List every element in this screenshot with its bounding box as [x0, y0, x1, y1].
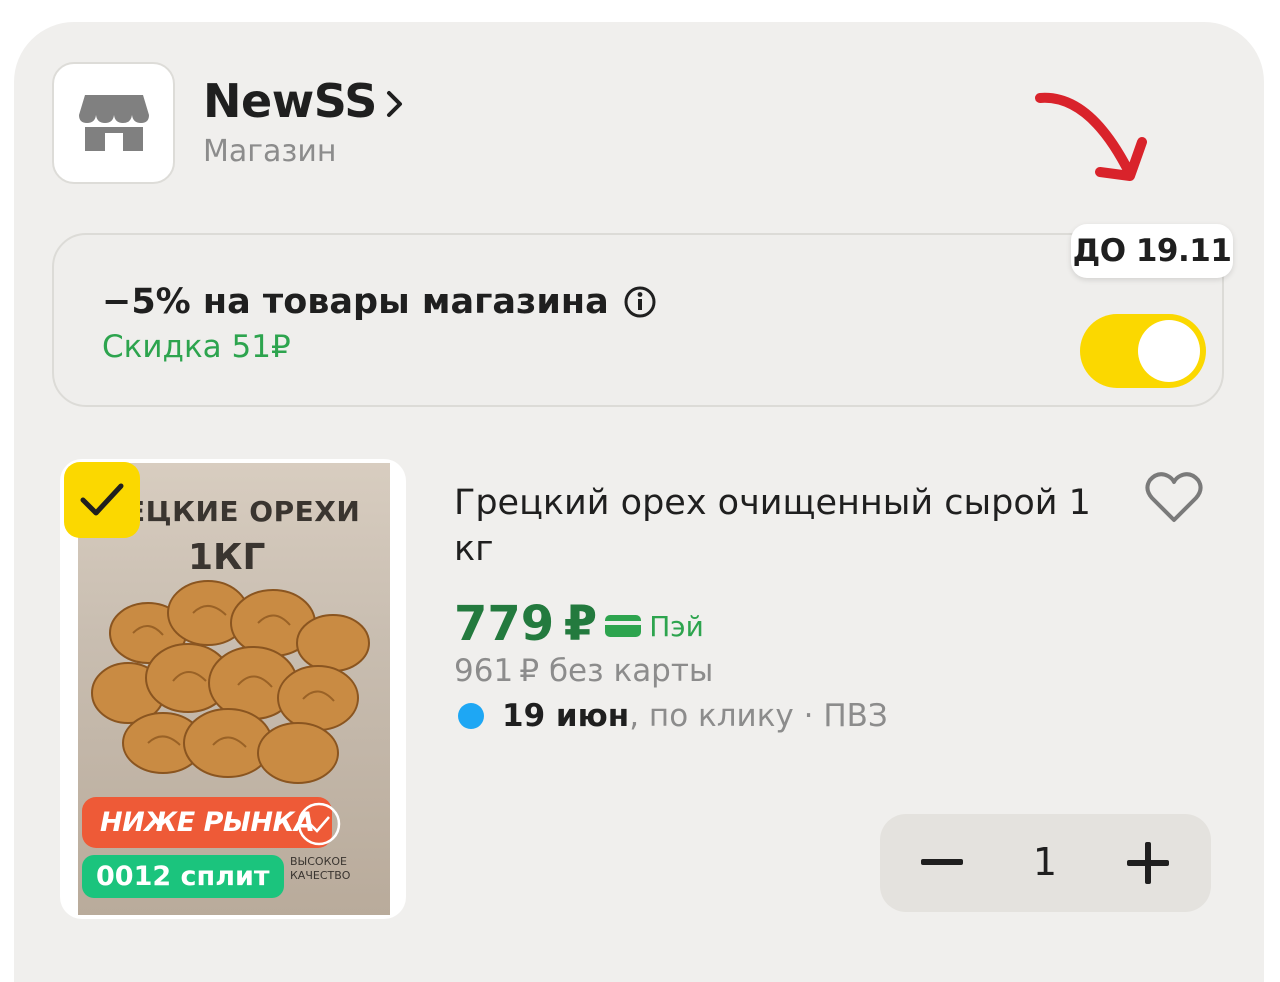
price-row: 779 ₽ Пэй: [454, 596, 704, 652]
plus-icon: [1127, 842, 1169, 884]
price-without-card: 961 ₽ без карты: [454, 653, 714, 689]
store-promo: −5% на товары магазина Скидка 51₽: [52, 233, 1224, 407]
delivery-details: , по клику · ПВЗ: [629, 698, 888, 734]
pay-label-row: Пэй: [603, 610, 704, 643]
select-checkbox[interactable]: [64, 462, 140, 538]
quality-check-icon: [297, 802, 341, 846]
promo-title: −5% на товары магазина: [102, 282, 609, 322]
below-market-badge: НИЖЕ РЫНКА: [82, 797, 333, 848]
product-title[interactable]: Грецкий орех очищенный сырой 1 кг: [454, 480, 1124, 572]
promo-toggle[interactable]: [1080, 314, 1206, 388]
checkmark-icon: [80, 483, 124, 516]
store-awning-icon: [78, 95, 149, 151]
price: 779 ₽: [454, 596, 598, 652]
image-heading: ЕЦКИЕ ОРЕХИ: [126, 495, 361, 528]
quality-label: ВЫСОКОЕ КАЧЕСТВО: [290, 855, 351, 882]
info-icon[interactable]: [623, 285, 657, 319]
increase-button[interactable]: [1118, 833, 1178, 893]
store-subtitle: Магазин: [203, 134, 337, 169]
promo-title-row: −5% на товары магазина: [102, 282, 657, 322]
split-badge: 0012 сплит: [82, 855, 284, 898]
chevron-right-icon: [386, 91, 402, 117]
promo-discount: Скидка 51₽: [102, 329, 291, 365]
red-arrow-annotation: [1035, 92, 1147, 181]
minus-icon: [921, 859, 963, 865]
store-link[interactable]: NewSS: [203, 74, 405, 128]
favorite-heart-icon[interactable]: [1143, 470, 1205, 526]
decrease-button[interactable]: [912, 833, 972, 893]
delivery-info: 19 июн , по клику · ПВЗ: [458, 698, 888, 734]
quantity-value[interactable]: 1: [1020, 840, 1070, 884]
card-icon: [603, 612, 643, 640]
delivery-date: 19 июн: [502, 698, 630, 734]
store-logo[interactable]: [52, 62, 175, 184]
store-name: NewSS: [203, 74, 377, 128]
promo-deadline-badge: ДО 19.11: [1071, 224, 1233, 278]
delivery-dot-icon: [458, 703, 484, 729]
quantity-stepper: 1: [880, 814, 1211, 912]
toggle-knob: [1138, 320, 1200, 382]
pay-label: Пэй: [649, 609, 704, 643]
walnuts-illustration: [91, 580, 370, 784]
